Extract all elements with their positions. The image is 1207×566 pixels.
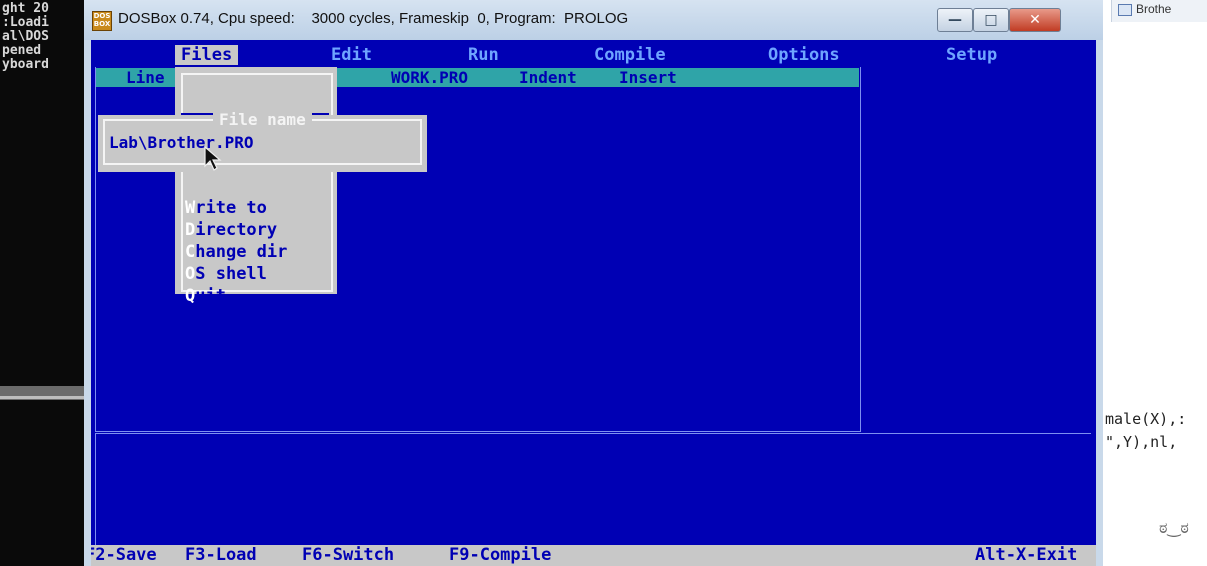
- close-icon: ✕: [1029, 12, 1041, 28]
- hotkey-letter: D: [185, 220, 196, 240]
- document-icon: [1118, 4, 1132, 16]
- background-editor-window: Brothe male(X),: ",Y),nl, ಠ‿ಠ: [1103, 0, 1207, 566]
- menu-options[interactable]: Options: [768, 45, 840, 65]
- hotkey-letter: C: [185, 242, 196, 262]
- menu-compile[interactable]: Compile: [594, 45, 666, 65]
- code-line: male(X),:: [1105, 410, 1187, 428]
- menu-item-write-to[interactable]: Write to: [185, 197, 267, 219]
- key-f2-save[interactable]: F2-Save: [91, 545, 157, 566]
- hotkey-letter: O: [185, 264, 196, 284]
- menu-item-change-dir[interactable]: Change dir: [185, 241, 287, 263]
- key-f9-compile[interactable]: F9-Compile: [449, 545, 551, 566]
- code-line: ",Y),nl,: [1105, 433, 1178, 451]
- mouse-pointer-icon: [204, 146, 222, 171]
- menu-item-os-shell[interactable]: OS shell: [185, 263, 267, 285]
- background-console-window: ght 20 :Loadi al\DOS pened yboard: [0, 0, 84, 566]
- minimize-icon: —: [948, 12, 962, 28]
- menu-item-directory[interactable]: Directory: [185, 219, 277, 241]
- maximize-button[interactable]: □: [973, 8, 1009, 32]
- console-line: yboard: [2, 57, 49, 72]
- menu-item-label: hange dir: [195, 242, 288, 262]
- insert-status: Insert: [619, 68, 677, 87]
- console-line: ght 20: [2, 1, 49, 16]
- console-line: :Loadi: [2, 15, 49, 30]
- console-line: pened: [2, 43, 42, 58]
- menu-item-quit[interactable]: Quit: [185, 285, 226, 307]
- face-icon: ಠ‿ಠ: [1159, 518, 1189, 537]
- message-window: [95, 433, 1091, 546]
- key-f3-load[interactable]: F3-Load: [185, 545, 257, 566]
- menu-item-label: uit: [195, 286, 226, 306]
- console-line: al\DOS: [2, 29, 49, 44]
- divider: [0, 396, 84, 399]
- indent-status: Indent: [519, 68, 577, 87]
- menu-run[interactable]: Run: [468, 45, 499, 65]
- dosbox-window: DOS BOX DOSBox 0.74, Cpu speed: 3000 cyc…: [84, 0, 1103, 566]
- file-name-input[interactable]: Lab\Brother.PRO: [109, 133, 254, 153]
- window-titlebar[interactable]: DOS BOX DOSBox 0.74, Cpu speed: 3000 cyc…: [84, 0, 1103, 40]
- function-key-bar: F2-Save F3-Load F6-Switch F9-Compile Alt…: [91, 545, 1096, 566]
- dos-screen: Files Edit Run Compile Options Setup Lin…: [91, 40, 1096, 566]
- dialog-border: File name Lab\Brother.PRO: [103, 111, 422, 165]
- maximize-icon: □: [984, 12, 998, 28]
- menu-item-label: irectory: [195, 220, 278, 240]
- window-title: DOSBox 0.74, Cpu speed: 3000 cycles, Fra…: [118, 10, 629, 27]
- file-name-status: WORK.PRO: [391, 68, 469, 87]
- key-alt-x-exit[interactable]: Alt-X-Exit: [975, 545, 1077, 566]
- dialog-title: File name: [213, 111, 312, 129]
- dosbox-app-icon[interactable]: DOS BOX: [92, 11, 112, 31]
- close-button[interactable]: ✕: [1009, 8, 1061, 32]
- line-label: Line: [126, 68, 165, 87]
- hotkey-letter: Q: [185, 286, 196, 306]
- file-name-dialog: File name Lab\Brother.PRO: [98, 111, 427, 172]
- editor-tab[interactable]: Brothe: [1111, 0, 1207, 22]
- editor-tab-label: Brothe: [1136, 2, 1172, 16]
- menu-item-label: rite to: [195, 198, 267, 218]
- hotkey-letter: W: [185, 198, 196, 218]
- menu-files[interactable]: Files: [175, 45, 239, 65]
- files-dropdown-menu: Load Write to Directory Change dir OS sh…: [175, 67, 337, 306]
- key-f6-switch[interactable]: F6-Switch: [302, 545, 394, 566]
- menu-item-label: S shell: [195, 264, 267, 284]
- menu-setup[interactable]: Setup: [946, 45, 997, 65]
- minimize-button[interactable]: —: [937, 8, 973, 32]
- menu-edit[interactable]: Edit: [331, 45, 372, 65]
